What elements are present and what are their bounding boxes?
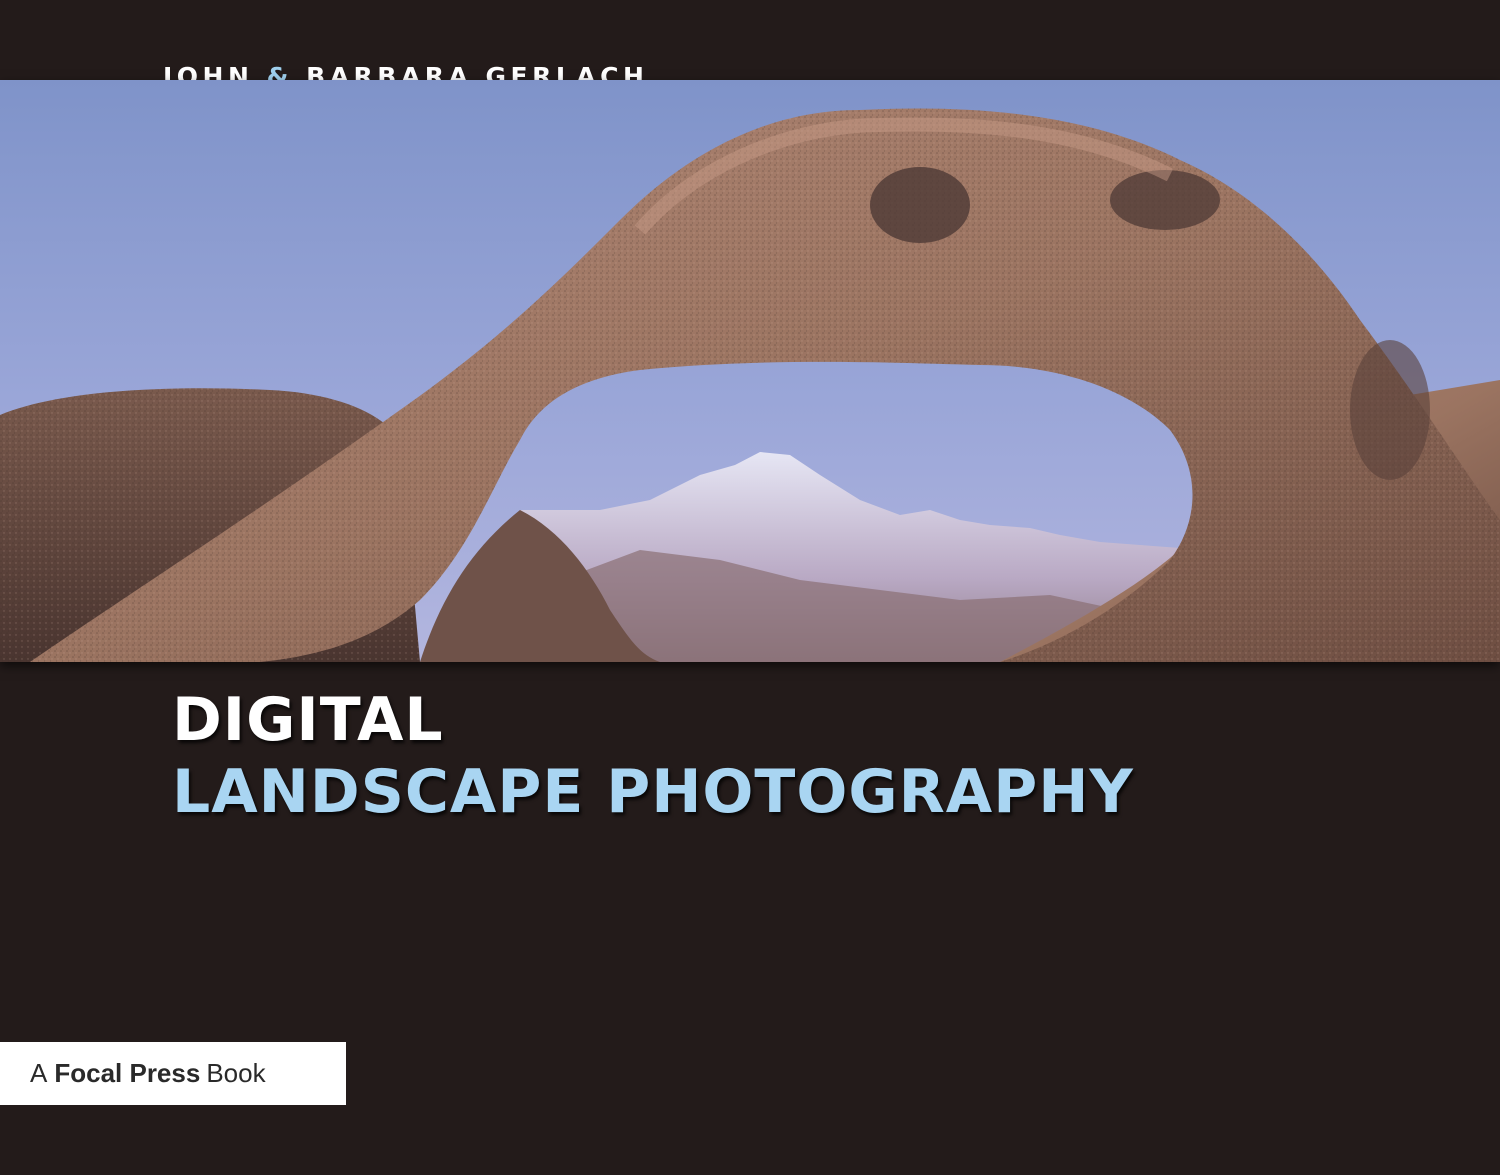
- publisher-suffix: Book: [206, 1058, 266, 1088]
- title-line-digital: DIGITAL: [172, 685, 444, 755]
- book-cover: JOHN & BARBARA GERLACH DIGITAL LANDSCAPE…: [0, 0, 1500, 1175]
- arch-landscape-illustration: [0, 80, 1500, 662]
- publisher-brand: Focal Press: [54, 1058, 201, 1088]
- title-line-landscape-photography: LANDSCAPE PHOTOGRAPHY: [172, 757, 1134, 827]
- publisher-badge: A Focal Press Book: [0, 1042, 346, 1105]
- cover-photo-arch: [0, 80, 1500, 662]
- publisher-prefix: A: [30, 1058, 48, 1088]
